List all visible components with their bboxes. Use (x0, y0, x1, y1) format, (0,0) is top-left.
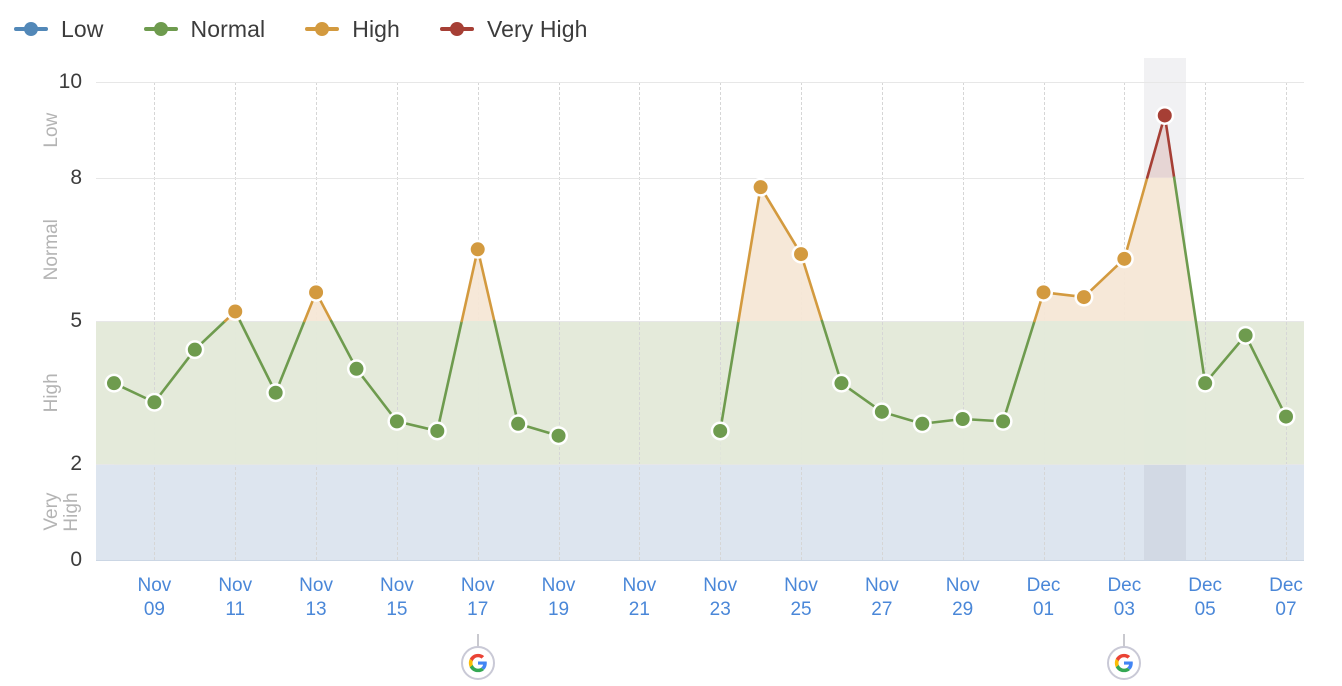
data-point[interactable] (549, 426, 569, 446)
series-marker-icon (143, 21, 178, 37)
y-axis-tick-label: 5 (70, 309, 82, 332)
data-point[interactable] (993, 411, 1013, 431)
chart-area: 10 8 5 2 0 Very High High Normal Low Nov 09 Nov 1… (0, 58, 1342, 686)
data-point[interactable] (427, 421, 447, 441)
x-axis-tick-label[interactable]: Nov 19 (542, 574, 576, 622)
plot-region: 10 8 5 2 0 Very High High Normal Low Nov 09 Nov 1… (41, 58, 1304, 680)
data-point[interactable] (751, 177, 771, 197)
band-label-normal: High (41, 373, 62, 413)
data-point[interactable] (1155, 105, 1175, 125)
google-g-icon (468, 653, 488, 673)
band-label-high: Normal (41, 218, 62, 280)
google-g-icon (1114, 653, 1134, 673)
x-axis-tick-label[interactable]: Dec 03 (1107, 574, 1141, 622)
x-axis-tick-label[interactable]: Nov 21 (622, 574, 656, 622)
google-update-marker[interactable] (1107, 634, 1142, 684)
y-axis-tick-label: 8 (70, 165, 82, 189)
x-axis-tick-label[interactable]: Dec 01 (1027, 574, 1061, 622)
series-legend: Low Normal High Very High (0, 0, 1342, 58)
data-point[interactable] (144, 392, 164, 412)
x-axis-tick-label[interactable]: Nov 09 (138, 574, 172, 622)
legend-item-low[interactable]: Low (14, 16, 104, 43)
x-axis-tick-label[interactable]: Nov 17 (461, 574, 495, 622)
x-axis-tick-label[interactable]: Dec 05 (1188, 574, 1222, 622)
band-label-low: Very High (41, 492, 82, 532)
data-point[interactable] (953, 409, 973, 429)
series-marker-icon (14, 21, 48, 37)
series-marker-icon (305, 21, 340, 37)
data-point[interactable] (185, 340, 205, 360)
x-axis-tick-label[interactable]: Dec 07 (1269, 574, 1303, 622)
legend-item-high[interactable]: High (305, 16, 400, 43)
series-marker-icon (439, 21, 474, 37)
google-update-marker[interactable] (460, 634, 495, 684)
x-axis-tick-label[interactable]: Nov 25 (784, 574, 818, 622)
data-point[interactable] (346, 359, 366, 379)
band-label-very-high: Low (41, 112, 62, 148)
data-point[interactable] (872, 402, 892, 422)
legend-item-label: Very High (486, 15, 588, 42)
data-point[interactable] (791, 244, 811, 264)
legend-item-label: Low (61, 15, 104, 42)
y-axis-tick-label: 10 (58, 70, 82, 93)
legend-item-very-high[interactable]: Very High (439, 15, 588, 43)
data-point[interactable] (468, 239, 488, 259)
data-point[interactable] (831, 373, 851, 393)
data-point[interactable] (912, 414, 932, 434)
area-fill-normal (720, 321, 1286, 465)
legend-item-label: High (352, 15, 400, 42)
data-point[interactable] (1236, 325, 1256, 345)
data-series (104, 105, 1296, 465)
data-point[interactable] (508, 414, 528, 434)
data-point[interactable] (104, 373, 124, 393)
x-axis-tick-label[interactable]: Nov 27 (865, 574, 899, 622)
horizontal-gridline (96, 560, 1304, 561)
data-point[interactable] (1074, 287, 1094, 307)
data-point[interactable] (225, 301, 245, 321)
data-point[interactable] (1114, 249, 1134, 269)
x-axis-tick-label[interactable]: Nov 23 (703, 574, 737, 622)
x-axis-tick-label[interactable]: Nov 29 (946, 574, 980, 622)
data-point[interactable] (1195, 373, 1215, 393)
data-point[interactable] (306, 282, 326, 302)
data-point[interactable] (1276, 407, 1296, 427)
data-point[interactable] (387, 411, 407, 431)
x-axis-tick-label[interactable]: Nov 13 (299, 574, 333, 622)
x-axis-tick-label[interactable]: Nov 15 (380, 574, 414, 622)
data-point[interactable] (710, 421, 730, 441)
data-point[interactable] (266, 383, 286, 403)
area-fill-normal (114, 321, 559, 465)
legend-item-normal[interactable]: Normal (143, 15, 266, 43)
data-point[interactable] (1034, 282, 1054, 302)
legend-item-label: Normal (190, 15, 266, 42)
x-axis-tick-label[interactable]: Nov 11 (218, 574, 252, 622)
